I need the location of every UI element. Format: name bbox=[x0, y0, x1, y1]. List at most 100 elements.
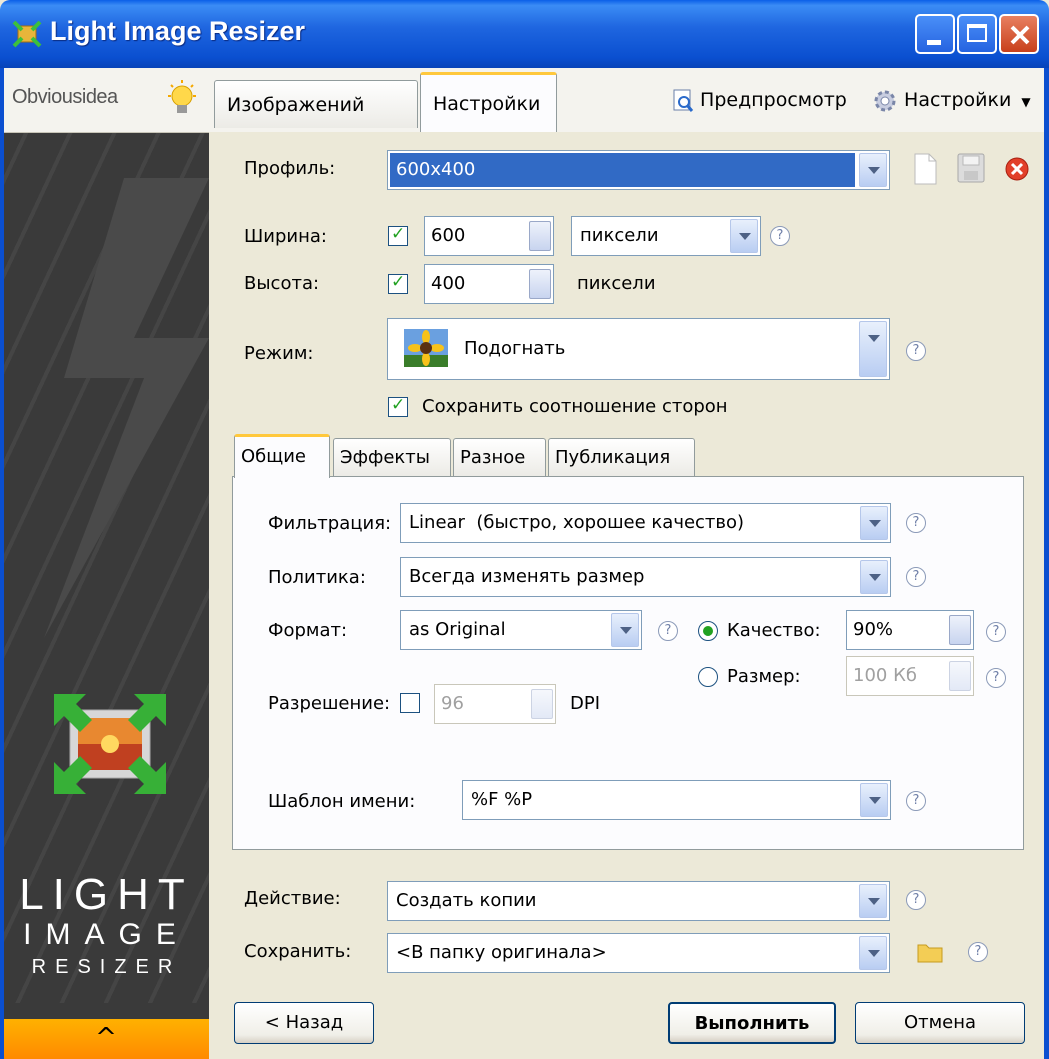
width-unit-select[interactable]: пиксели bbox=[571, 216, 761, 256]
quality-spinner[interactable] bbox=[949, 615, 971, 645]
resolution-label: Разрешение: bbox=[268, 693, 391, 714]
subtab-publication[interactable]: Публикация bbox=[548, 438, 695, 476]
resolution-unit: DPI bbox=[570, 693, 601, 714]
profile-select[interactable]: 600x400 bbox=[387, 150, 890, 190]
chevron-down-icon: ▼ bbox=[1021, 95, 1031, 109]
quality-input[interactable]: 90% bbox=[846, 610, 974, 650]
save-select[interactable]: <В папку оригинала> bbox=[387, 933, 890, 973]
gear-icon bbox=[874, 90, 896, 111]
help-icon[interactable]: ? bbox=[770, 226, 790, 246]
sidebar-logo-area: Obviousidea bbox=[4, 68, 209, 133]
size-radio[interactable] bbox=[698, 667, 718, 687]
subtab-general[interactable]: Общие bbox=[234, 434, 330, 478]
chevron-down-icon bbox=[859, 153, 887, 187]
profile-value: 600x400 bbox=[396, 159, 476, 180]
height-label: Высота: bbox=[244, 273, 320, 294]
brand-light: LIGHT bbox=[19, 870, 194, 919]
format-value: as Original bbox=[409, 619, 506, 640]
height-checkbox[interactable]: ✓ bbox=[388, 272, 408, 294]
keep-ratio-label[interactable]: Сохранить соотношение сторон bbox=[422, 396, 728, 417]
resolution-input[interactable]: 96 bbox=[434, 684, 556, 724]
policy-label: Политика: bbox=[268, 567, 366, 588]
chevron-down-icon bbox=[859, 884, 887, 918]
width-checkbox[interactable]: ✓ bbox=[388, 224, 408, 246]
height-value: 400 bbox=[431, 273, 466, 294]
lightning-bolt-graphic bbox=[44, 178, 209, 638]
action-select[interactable]: Создать копии bbox=[387, 881, 890, 921]
format-select[interactable]: as Original bbox=[400, 610, 642, 650]
radio-selected-dot bbox=[703, 626, 713, 636]
chevron-down-icon bbox=[860, 506, 888, 540]
preview-button[interactable]: Предпросмотр bbox=[672, 80, 847, 120]
help-icon[interactable]: ? bbox=[658, 621, 678, 641]
policy-select[interactable]: Всегда изменять размер bbox=[400, 557, 891, 597]
tab-settings[interactable]: Настройки bbox=[420, 72, 557, 133]
settings-menu-label: Настройки bbox=[904, 89, 1012, 111]
title-bar[interactable]: Light Image Resizer bbox=[0, 0, 1049, 68]
minimize-icon bbox=[927, 40, 941, 45]
window-frame-right bbox=[1044, 68, 1049, 1059]
lightbulb-icon bbox=[168, 80, 196, 113]
width-input[interactable]: 600 bbox=[424, 216, 554, 256]
name-template-select[interactable]: %F %P bbox=[462, 780, 891, 820]
resolution-spinner[interactable] bbox=[531, 689, 553, 719]
resolution-checkbox[interactable] bbox=[400, 693, 420, 713]
quality-radio[interactable] bbox=[698, 621, 718, 641]
folder-icon[interactable] bbox=[916, 940, 944, 964]
chevron-down-icon bbox=[860, 560, 888, 594]
height-input[interactable]: 400 bbox=[424, 264, 554, 304]
format-label: Формат: bbox=[268, 620, 348, 641]
settings-menu[interactable]: Настройки ▼ bbox=[872, 80, 1031, 120]
run-button[interactable]: Выполнить bbox=[668, 1002, 836, 1044]
close-button[interactable] bbox=[999, 14, 1039, 54]
checkmark-icon: ✓ bbox=[391, 395, 406, 415]
height-spinner[interactable] bbox=[529, 269, 551, 299]
chevron-down-icon bbox=[611, 613, 639, 647]
help-icon[interactable]: ? bbox=[906, 890, 926, 910]
chevron-up-icon: ^ bbox=[95, 1023, 117, 1053]
filter-select[interactable]: Linear (быстро, хорошее качество) bbox=[400, 503, 891, 543]
size-label[interactable]: Размер: bbox=[727, 666, 801, 687]
checkmark-icon: ✓ bbox=[391, 272, 406, 292]
delete-icon[interactable] bbox=[1004, 156, 1030, 182]
chevron-down-icon bbox=[860, 783, 888, 817]
maximize-icon bbox=[967, 24, 987, 42]
sunflower-icon bbox=[404, 329, 448, 367]
app-icon bbox=[12, 20, 42, 48]
close-icon bbox=[1010, 25, 1030, 45]
keep-ratio-checkbox[interactable]: ✓ bbox=[388, 395, 408, 417]
help-icon[interactable]: ? bbox=[968, 942, 988, 962]
width-unit-value: пиксели bbox=[580, 225, 659, 246]
checkmark-icon: ✓ bbox=[391, 224, 406, 244]
help-icon[interactable]: ? bbox=[906, 791, 926, 811]
resolution-value: 96 bbox=[441, 693, 464, 714]
help-icon[interactable]: ? bbox=[906, 341, 926, 361]
save-disk-icon[interactable] bbox=[956, 152, 986, 184]
help-icon[interactable]: ? bbox=[906, 513, 926, 533]
help-icon[interactable]: ? bbox=[986, 622, 1006, 642]
new-document-icon[interactable] bbox=[912, 152, 938, 186]
subtab-effects[interactable]: Эффекты bbox=[333, 438, 451, 476]
help-icon[interactable]: ? bbox=[906, 567, 926, 587]
size-spinner[interactable] bbox=[949, 661, 971, 691]
chevron-down-icon bbox=[859, 936, 887, 970]
quality-label[interactable]: Качество: bbox=[727, 620, 821, 641]
help-icon[interactable]: ? bbox=[986, 668, 1006, 688]
cancel-button[interactable]: Отмена bbox=[855, 1002, 1025, 1044]
back-button[interactable]: < Назад bbox=[234, 1002, 374, 1044]
tab-images[interactable]: Изображений [36] bbox=[214, 80, 418, 164]
width-spinner[interactable] bbox=[529, 221, 551, 251]
filter-label: Фильтрация: bbox=[268, 513, 392, 534]
width-label: Ширина: bbox=[244, 226, 327, 247]
size-input[interactable]: 100 Кб bbox=[846, 656, 974, 696]
mode-select[interactable]: Подогнать bbox=[387, 318, 890, 380]
sidebar-collapse-button[interactable]: ^ bbox=[4, 1019, 209, 1059]
preview-icon bbox=[673, 89, 694, 112]
brand-image: IMAGE bbox=[23, 918, 190, 951]
obviousidea-logo: Obviousidea bbox=[12, 86, 118, 108]
width-value: 600 bbox=[431, 225, 466, 246]
maximize-button[interactable] bbox=[957, 14, 997, 54]
subtab-misc[interactable]: Разное bbox=[453, 438, 546, 476]
minimize-button[interactable] bbox=[915, 14, 955, 54]
save-label: Сохранить: bbox=[244, 941, 352, 962]
